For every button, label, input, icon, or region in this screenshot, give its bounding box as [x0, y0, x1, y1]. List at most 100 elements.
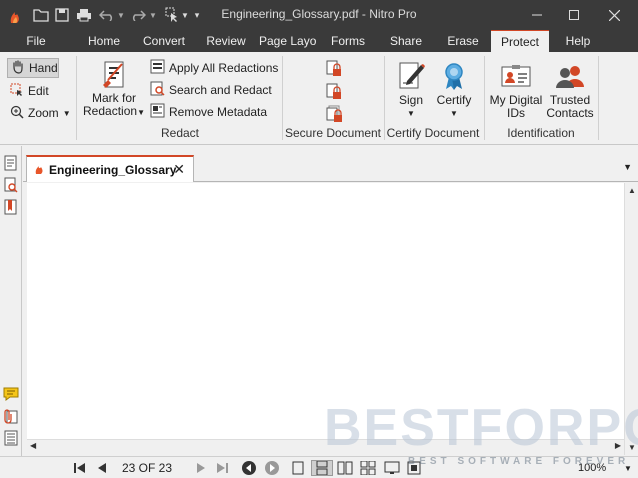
tab-home[interactable]: Home: [82, 30, 126, 52]
my-digital-ids-button[interactable]: My Digital IDs: [488, 58, 544, 124]
first-page-icon[interactable]: [72, 460, 88, 476]
bookmarks-panel-icon[interactable]: [3, 199, 19, 215]
hand-label: Hand: [29, 61, 58, 75]
remove-metadata-icon: [150, 103, 165, 121]
ribbon: Hand Edit Zoom ▼ Mark for Redaction▼ App…: [0, 52, 638, 145]
document-tab[interactable]: Engineering_Glossary ✕: [26, 155, 194, 182]
comments-panel-icon[interactable]: [3, 386, 19, 402]
edit-tool-button[interactable]: Edit: [10, 82, 49, 100]
zoom-tool-button[interactable]: Zoom ▼: [10, 104, 71, 122]
tab-list-dropdown-icon[interactable]: ▼: [623, 162, 632, 172]
document-tab-name: Engineering_Glossary: [49, 162, 177, 177]
certify-dropdown-icon: ▼: [450, 109, 458, 118]
previous-view-icon[interactable]: [241, 460, 257, 476]
title-bar: ▼ ▼ ▼ ▾ Engineering_Glossary.pdf - Nitro…: [0, 0, 638, 30]
full-screen-icon[interactable]: [384, 460, 400, 476]
facing-continuous-view-icon[interactable]: [360, 460, 376, 476]
zoom-icon: [10, 105, 24, 122]
group-separator: [484, 56, 485, 140]
horizontal-scrollbar[interactable]: ◀ ▶: [27, 439, 624, 453]
zoom-label: Zoom: [28, 106, 59, 120]
document-tab-strip: Engineering_Glossary ✕ ▼: [23, 146, 638, 182]
tab-erase[interactable]: Erase: [441, 30, 485, 52]
contacts-label: Contacts: [546, 106, 594, 120]
attachments-panel-icon[interactable]: [3, 408, 19, 424]
password-security-icon[interactable]: [326, 60, 344, 78]
hand-icon: [11, 59, 25, 77]
status-bar: 23 OF 23 100% ▼: [0, 456, 638, 478]
group-separator: [598, 56, 599, 140]
tab-convert[interactable]: Convert: [138, 30, 190, 52]
certify-ribbon-icon: [434, 58, 474, 94]
search-panel-icon[interactable]: [3, 177, 19, 193]
scroll-right-arrow-icon[interactable]: ▶: [615, 441, 621, 450]
ribbon-tab-bar: File Home Convert Review Page Layout For…: [0, 30, 638, 52]
last-page-icon[interactable]: [214, 460, 230, 476]
continuous-view-icon[interactable]: [311, 460, 333, 476]
sign-dropdown-icon: ▼: [407, 109, 415, 118]
tab-page-layout[interactable]: Page Layout: [259, 30, 317, 52]
certificate-security-icon[interactable]: [326, 83, 344, 101]
apply-redactions-icon: [150, 59, 165, 77]
vertical-scrollbar[interactable]: ▲ ▼: [624, 183, 638, 455]
left-panel-bar: [0, 146, 22, 456]
mark-redaction-icon: [82, 58, 146, 92]
redaction-label: Redaction: [83, 104, 138, 118]
secure-document-group-label: Secure Document: [284, 126, 382, 140]
search-redact-label: Search and Redact: [169, 83, 272, 97]
tab-help[interactable]: Help: [556, 30, 600, 52]
scroll-up-arrow-icon[interactable]: ▲: [628, 186, 636, 195]
apply-all-label: Apply All Redactions: [169, 61, 279, 75]
contacts-icon: [544, 58, 596, 94]
group-separator: [282, 56, 283, 140]
tab-file[interactable]: File: [14, 30, 58, 52]
close-tab-icon[interactable]: ✕: [173, 161, 185, 178]
sign-label: Sign: [398, 93, 424, 107]
close-button[interactable]: [597, 0, 631, 30]
search-redact-icon: [150, 81, 165, 99]
facing-view-icon[interactable]: [337, 460, 353, 476]
scroll-left-arrow-icon[interactable]: ◀: [30, 441, 36, 450]
certify-label: Certify: [436, 93, 472, 107]
mark-for-redaction-button[interactable]: Mark for Redaction▼: [82, 58, 146, 124]
pdf-file-icon: [33, 161, 45, 178]
identification-group-label: Identification: [507, 126, 575, 140]
next-view-icon[interactable]: [264, 460, 280, 476]
remove-metadata-label: Remove Metadata: [169, 105, 268, 119]
tab-protect[interactable]: Protect: [491, 30, 549, 52]
search-and-redact-button[interactable]: Search and Redact: [150, 81, 272, 99]
apply-all-redactions-button[interactable]: Apply All Redactions: [150, 59, 278, 77]
sign-pen-icon: [390, 58, 432, 94]
maximize-button[interactable]: [557, 0, 591, 30]
zoom-dropdown-icon[interactable]: ▼: [620, 460, 636, 476]
zoom-dropdown-icon: ▼: [62, 108, 71, 118]
tab-forms[interactable]: Forms: [326, 30, 370, 52]
previous-page-icon[interactable]: [94, 460, 110, 476]
document-viewer[interactable]: [27, 183, 624, 439]
remove-metadata-button[interactable]: Remove Metadata: [150, 103, 267, 121]
group-separator: [76, 56, 77, 140]
trusted-contacts-button[interactable]: Trusted Contacts: [544, 58, 596, 124]
pages-panel-icon[interactable]: [3, 155, 19, 171]
zoom-level[interactable]: 100%: [578, 462, 606, 474]
edit-label: Edit: [28, 84, 49, 98]
sign-button[interactable]: Sign ▼: [390, 58, 432, 124]
page-indicator[interactable]: 23 OF 23: [122, 461, 172, 475]
redaction-dropdown-icon: ▼: [137, 108, 145, 117]
minimize-button[interactable]: [520, 0, 554, 30]
redact-group-label: Redact: [160, 126, 200, 140]
certify-document-group-label: Certify Document: [386, 126, 480, 140]
output-panel-icon[interactable]: [3, 430, 19, 446]
id-card-icon: [488, 58, 544, 94]
next-page-icon[interactable]: [193, 460, 209, 476]
fit-page-icon[interactable]: [406, 460, 422, 476]
single-page-view-icon[interactable]: [290, 460, 306, 476]
ids-label: IDs: [507, 106, 525, 120]
hand-tool-button[interactable]: Hand: [7, 58, 59, 78]
scroll-down-arrow-icon[interactable]: ▼: [628, 443, 636, 452]
tab-review[interactable]: Review: [201, 30, 251, 52]
certify-button[interactable]: Certify ▼: [434, 58, 474, 124]
edit-icon: [10, 83, 24, 100]
tab-share[interactable]: Share: [384, 30, 428, 52]
batch-security-icon[interactable]: [326, 105, 346, 123]
